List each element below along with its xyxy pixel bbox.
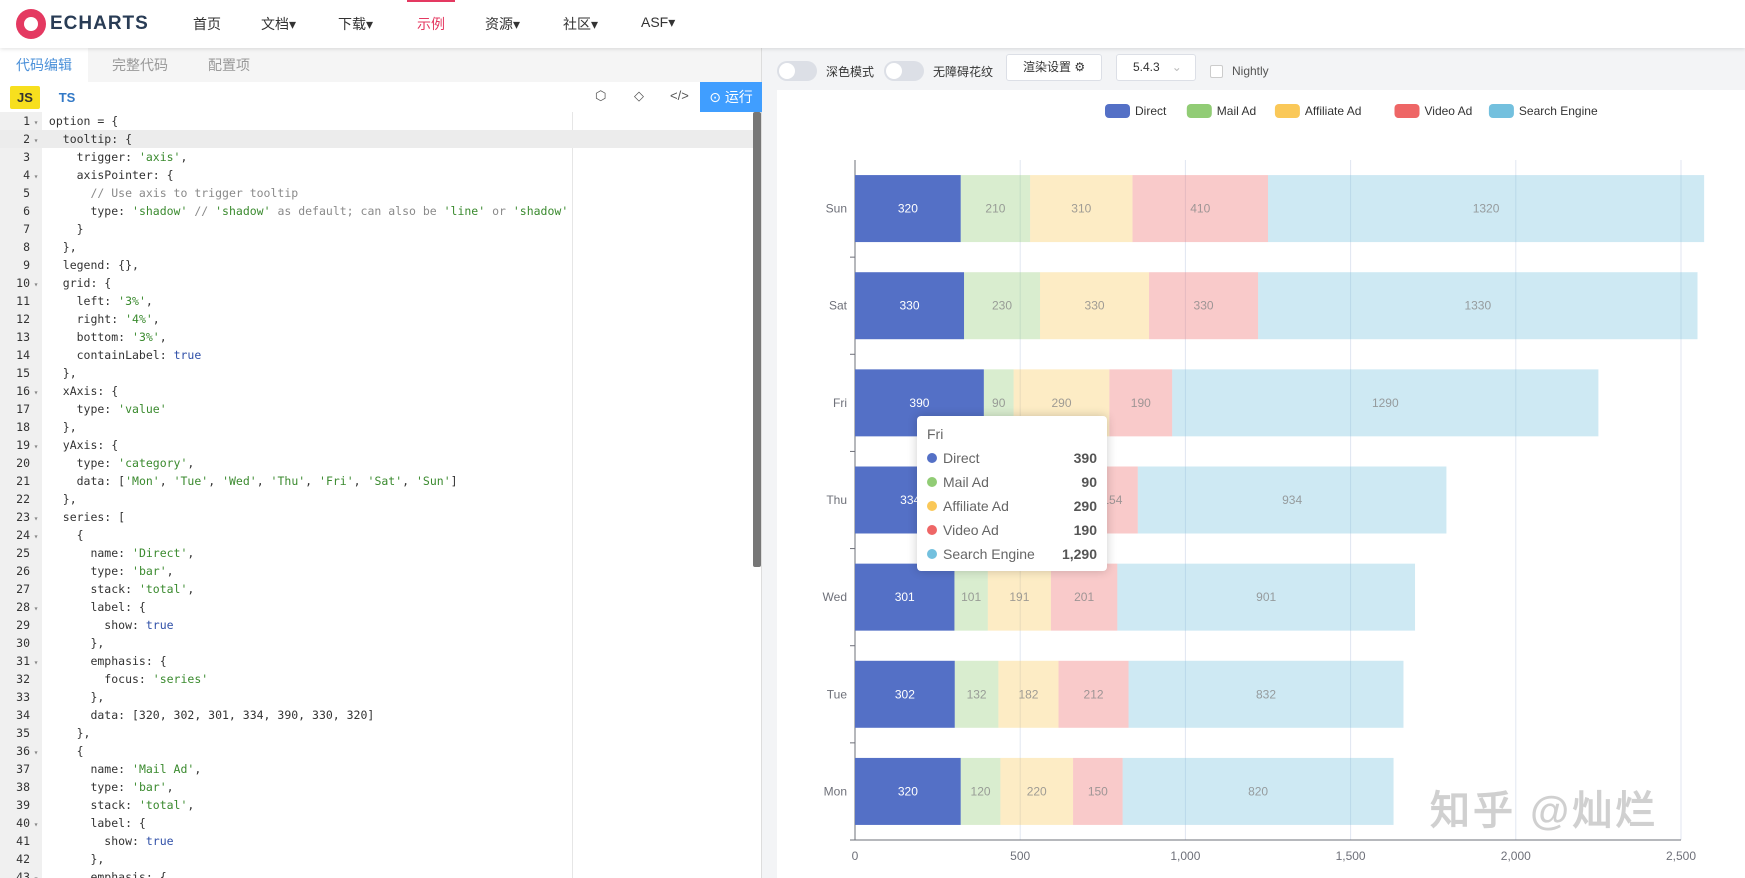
bar-label: 101	[961, 590, 981, 604]
series-dot-icon	[927, 501, 937, 511]
top-nav: ECHARTS 首页 文档▾ 下载▾ 示例 资源▾ 社区▾ ASF▾	[0, 0, 1745, 48]
bar-label: 230	[992, 299, 1012, 313]
bar-label: 290	[1051, 396, 1071, 410]
series-dot-icon	[927, 453, 937, 463]
nav-item-4[interactable]: 资源▾	[485, 14, 520, 34]
bar-label: 302	[895, 687, 915, 701]
bar-label: 190	[1131, 396, 1151, 410]
tooltip-series-name: Affiliate Ad	[943, 498, 1009, 514]
tooltip-value: 190	[1073, 522, 1097, 538]
bar-label: 901	[1256, 590, 1276, 604]
bar-label: 390	[909, 396, 929, 410]
nav-item-3[interactable]: 示例	[407, 0, 455, 34]
watermark: 知乎 @灿烂	[1430, 789, 1659, 833]
echarts-logo[interactable]: ECHARTS	[16, 9, 149, 39]
bar-label: 1330	[1464, 299, 1491, 313]
bar-label: 150	[1088, 784, 1108, 798]
legend-item[interactable]: Direct	[1135, 104, 1167, 118]
bar-label: 120	[971, 784, 991, 798]
bar-label: 934	[1282, 493, 1302, 507]
legend-item[interactable]: Affiliate Ad	[1305, 104, 1361, 118]
y-tick-label: Wed	[823, 590, 847, 604]
tooltip-value: 90	[1081, 474, 1097, 490]
bar-label: 1320	[1473, 202, 1500, 216]
bar-label: 212	[1084, 687, 1104, 701]
chart-tooltip: Fri Direct 390 Mail Ad 90 Affiliate Ad 290 Vid…	[917, 416, 1107, 571]
legend-item[interactable]: Video Ad	[1425, 104, 1473, 118]
y-tick-label: Mon	[824, 784, 847, 798]
legend-swatch-icon	[1105, 104, 1130, 118]
tooltip-series-name: Search Engine	[943, 546, 1035, 562]
y-tick-label: Thu	[826, 493, 847, 507]
bar-label: 330	[1085, 299, 1105, 313]
bar-label: 832	[1256, 687, 1276, 701]
legend-swatch-icon	[1394, 104, 1420, 118]
series-dot-icon	[927, 525, 937, 535]
series-dot-icon	[927, 477, 937, 487]
legend-item[interactable]: Mail Ad	[1217, 104, 1256, 118]
nav-item-5[interactable]: 社区▾	[563, 14, 598, 34]
tooltip-row: Affiliate Ad 290	[927, 494, 1097, 518]
bar-label: 90	[992, 396, 1006, 410]
x-tick-label: 0	[852, 849, 859, 863]
bar-label: 182	[1018, 687, 1038, 701]
bar-label: 1290	[1372, 396, 1399, 410]
legend-item[interactable]: Search Engine	[1519, 104, 1598, 118]
tooltip-series-name: Mail Ad	[943, 474, 989, 490]
tooltip-value: 290	[1073, 498, 1097, 514]
y-tick-label: Fri	[833, 396, 847, 410]
y-tick-label: Sun	[826, 202, 847, 216]
tooltip-row: Direct 390	[927, 446, 1097, 470]
y-tick-label: Sat	[829, 299, 848, 313]
bar-label: 410	[1190, 202, 1210, 216]
bar-label: 201	[1074, 590, 1094, 604]
tooltip-title: Fri	[927, 426, 944, 442]
legend-swatch-icon	[1274, 104, 1300, 118]
stacked-bar-chart[interactable]: 0 500 1,000 1,500 2,000 2,500 Mon 320 120 220 150 8…	[0, 0, 1745, 878]
nav-item-1[interactable]: 文档▾	[261, 14, 296, 34]
bar-label: 220	[1027, 784, 1047, 798]
bar-label: 320	[898, 202, 918, 216]
nav-item-2[interactable]: 下载▾	[338, 14, 373, 34]
tooltip-row: Mail Ad 90	[927, 470, 1097, 494]
bar-label: 301	[895, 590, 915, 604]
bar-label: 330	[900, 299, 920, 313]
bar-label: 191	[1009, 590, 1029, 604]
x-tick-label: 1,000	[1170, 849, 1200, 863]
legend-swatch-icon	[1488, 104, 1514, 118]
logo-icon	[16, 9, 46, 39]
x-tick-label: 2,000	[1501, 849, 1531, 863]
nav-item-6[interactable]: ASF▾	[641, 14, 675, 31]
tooltip-value: 390	[1073, 450, 1097, 466]
bar-label: 330	[1194, 299, 1214, 313]
bar-label: 320	[898, 784, 918, 798]
tooltip-value: 1,290	[1061, 546, 1097, 562]
bar-label: 820	[1248, 784, 1268, 798]
x-tick-label: 2,500	[1666, 849, 1696, 863]
x-tick-label: 500	[1010, 849, 1030, 863]
bar-label: 210	[985, 202, 1005, 216]
tooltip-series-name: Video Ad	[943, 522, 999, 538]
nav-item-0[interactable]: 首页	[193, 14, 221, 34]
tooltip-row: Search Engine 1,290	[927, 542, 1097, 566]
x-tick-label: 1,500	[1336, 849, 1366, 863]
legend-swatch-icon	[1186, 104, 1212, 118]
y-tick-label: Tue	[827, 687, 848, 701]
series-dot-icon	[927, 549, 937, 559]
bar-label: 132	[967, 687, 987, 701]
bar-label: 310	[1071, 202, 1091, 216]
tooltip-series-name: Direct	[943, 450, 980, 466]
tooltip-row: Video Ad 190	[927, 518, 1097, 542]
